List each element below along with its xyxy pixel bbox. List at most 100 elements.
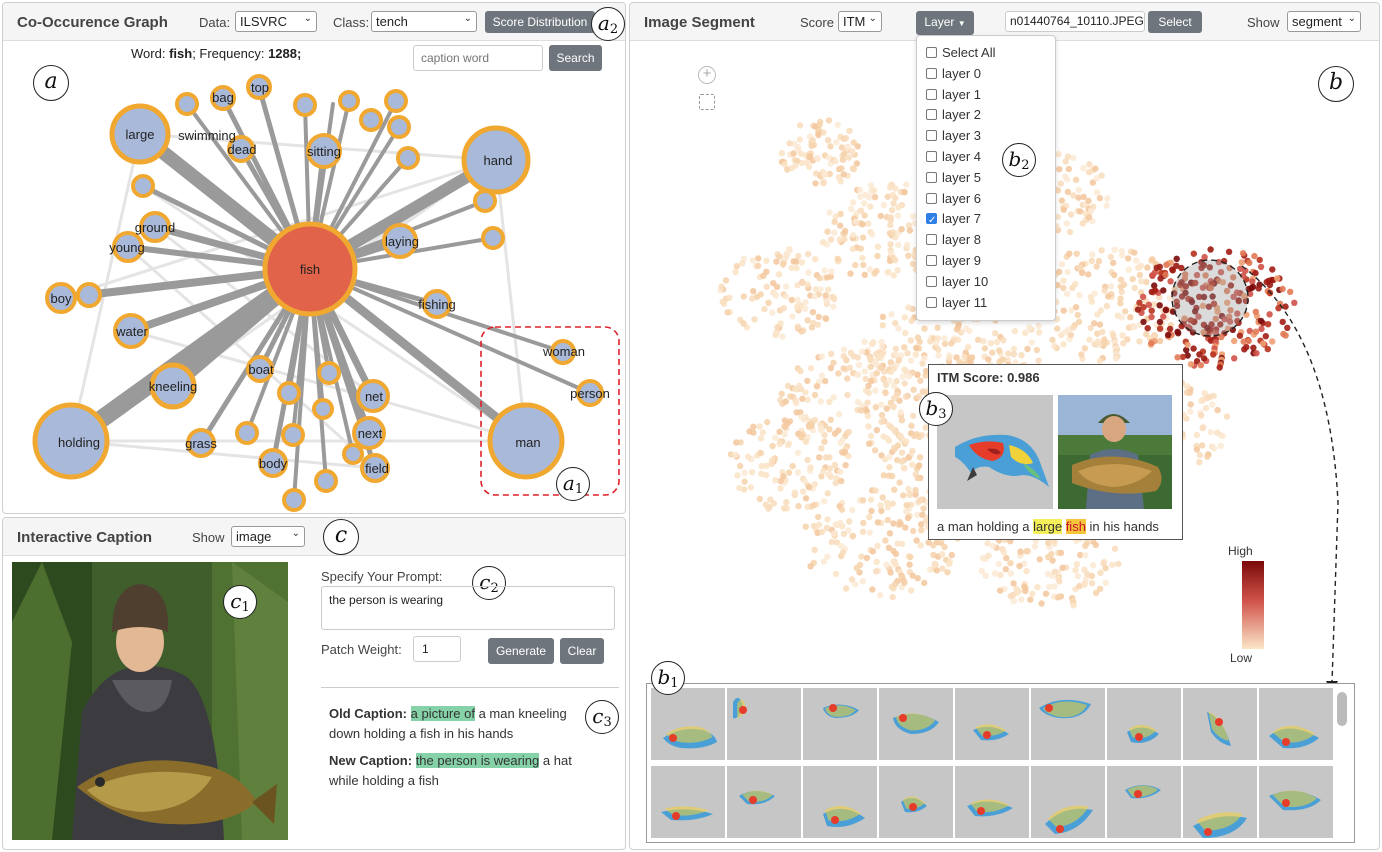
layer-option-label: layer 5 bbox=[942, 169, 982, 185]
segment-thumbnail[interactable] bbox=[1031, 688, 1105, 760]
segment-thumbnail[interactable] bbox=[1259, 766, 1333, 838]
node-extra[interactable] bbox=[175, 92, 199, 116]
node-extra[interactable] bbox=[282, 488, 306, 512]
score-select[interactable]: ITM ⌄ bbox=[838, 11, 882, 32]
layer-option[interactable]: layer 11 bbox=[917, 293, 1055, 314]
zoom-in-icon[interactable]: + bbox=[698, 66, 716, 84]
segment-thumbnail[interactable] bbox=[955, 688, 1029, 760]
node-extra[interactable] bbox=[314, 469, 338, 493]
segment-thumbnail[interactable] bbox=[1259, 688, 1333, 760]
segment-thumbnail[interactable] bbox=[1107, 688, 1181, 760]
scatter-point bbox=[884, 504, 892, 511]
segment-thumbnail[interactable] bbox=[803, 688, 877, 760]
layer-checkbox[interactable] bbox=[926, 171, 937, 183]
layer-option[interactable]: Select All bbox=[917, 43, 1055, 64]
layer-checkbox[interactable] bbox=[926, 234, 937, 246]
layer-option[interactable]: layer 2 bbox=[917, 105, 1055, 126]
segment-thumbnail[interactable] bbox=[879, 688, 953, 760]
box-select-icon[interactable] bbox=[699, 94, 715, 110]
node-extra[interactable] bbox=[293, 93, 317, 117]
show-select[interactable]: segment ⌄ bbox=[1287, 11, 1361, 32]
scatter-point bbox=[785, 469, 793, 476]
node-extra[interactable] bbox=[312, 398, 334, 420]
node-extra[interactable] bbox=[281, 423, 305, 447]
node-extra[interactable] bbox=[131, 174, 155, 198]
layer-option-label: layer 1 bbox=[942, 86, 982, 102]
layer-button[interactable]: Layer ▼ bbox=[916, 11, 974, 35]
scatter-point bbox=[1010, 351, 1018, 358]
file-input[interactable]: n01440764_10110.JPEG bbox=[1005, 11, 1145, 32]
scatter-point bbox=[813, 154, 820, 162]
node-extra[interactable] bbox=[338, 90, 360, 112]
caption-show-select[interactable]: image ⌄ bbox=[231, 526, 305, 547]
scatter-point bbox=[1077, 208, 1084, 215]
scatter-point bbox=[894, 391, 901, 398]
new-caption: New Caption: the person is wearing a hat… bbox=[329, 751, 599, 791]
segment-thumbnail[interactable] bbox=[1031, 766, 1105, 838]
scatter-point bbox=[1136, 338, 1143, 345]
segment-thumbnail[interactable] bbox=[727, 766, 801, 838]
layer-option[interactable]: layer 8 bbox=[917, 230, 1055, 251]
node-extra[interactable] bbox=[384, 89, 408, 113]
scrollbar-thumb[interactable] bbox=[1337, 692, 1347, 726]
scatter-point bbox=[934, 324, 941, 331]
layer-option[interactable]: layer 3 bbox=[917, 126, 1055, 147]
layer-checkbox[interactable] bbox=[926, 275, 937, 287]
scatter-point bbox=[842, 135, 850, 142]
thumbnail-heatmap bbox=[1045, 805, 1093, 834]
scatter-point bbox=[867, 363, 874, 371]
node-extra[interactable] bbox=[396, 146, 420, 170]
layer-option[interactable]: layer 1 bbox=[917, 85, 1055, 106]
node-extra[interactable] bbox=[277, 381, 301, 405]
segment-thumbnail[interactable] bbox=[651, 766, 725, 838]
scatter-point-high bbox=[1184, 341, 1191, 349]
layer-checkbox[interactable] bbox=[926, 130, 937, 142]
clear-button[interactable]: Clear bbox=[560, 638, 604, 664]
node-extra[interactable] bbox=[317, 361, 341, 385]
layer-option[interactable]: layer 9 bbox=[917, 251, 1055, 272]
segment-thumbnail[interactable] bbox=[727, 688, 801, 760]
scatter-point bbox=[1214, 406, 1221, 414]
segment-thumbnail[interactable] bbox=[651, 688, 725, 760]
layer-checkbox[interactable] bbox=[926, 47, 937, 58]
segment-thumbnail[interactable] bbox=[879, 766, 953, 838]
layer-option[interactable]: layer 5 bbox=[917, 168, 1055, 189]
node-extra[interactable] bbox=[76, 282, 102, 308]
patch-weight-input[interactable]: 1 bbox=[413, 636, 461, 662]
layer-option[interactable]: layer 10 bbox=[917, 272, 1055, 293]
layer-checkbox[interactable] bbox=[926, 67, 937, 79]
layer-option[interactable]: layer 0 bbox=[917, 64, 1055, 85]
scatter-point bbox=[789, 313, 796, 320]
layer-option[interactable]: layer 7 bbox=[917, 209, 1055, 231]
scatter-point bbox=[877, 502, 884, 509]
layer-checkbox[interactable] bbox=[926, 109, 937, 121]
scatter-point bbox=[1117, 283, 1124, 290]
segment-thumbnail[interactable] bbox=[803, 766, 877, 838]
layer-checkbox[interactable] bbox=[926, 150, 937, 162]
segment-thumbnail[interactable] bbox=[1183, 766, 1257, 838]
layer-checkbox[interactable] bbox=[926, 254, 937, 266]
scatter-point bbox=[781, 255, 789, 262]
segment-thumbnail[interactable] bbox=[1107, 766, 1181, 838]
scatter-point bbox=[809, 136, 816, 144]
layer-checkbox[interactable] bbox=[926, 296, 937, 308]
node-extra[interactable] bbox=[387, 115, 411, 139]
node-extra[interactable] bbox=[235, 421, 259, 445]
scatter-point bbox=[1085, 271, 1092, 278]
generate-button[interactable]: Generate bbox=[488, 638, 554, 664]
node-extra[interactable] bbox=[481, 226, 505, 250]
node-extra[interactable] bbox=[342, 443, 364, 465]
segment-thumbnail[interactable] bbox=[1183, 688, 1257, 760]
node-extra[interactable] bbox=[473, 189, 497, 213]
node-extra[interactable] bbox=[359, 108, 383, 132]
layer-option[interactable]: layer 6 bbox=[917, 189, 1055, 210]
layer-checkbox[interactable] bbox=[926, 211, 937, 231]
scatter-point-high bbox=[1148, 307, 1155, 314]
segment-thumbnail[interactable] bbox=[955, 766, 1029, 838]
layer-checkbox[interactable] bbox=[926, 192, 937, 204]
layer-checkbox[interactable] bbox=[926, 88, 937, 100]
scatter-point bbox=[878, 411, 886, 419]
score-select-value: ITM bbox=[843, 14, 866, 29]
select-button[interactable]: Select bbox=[1148, 11, 1202, 33]
prompt-textarea[interactable]: the person is wearing bbox=[321, 586, 615, 630]
